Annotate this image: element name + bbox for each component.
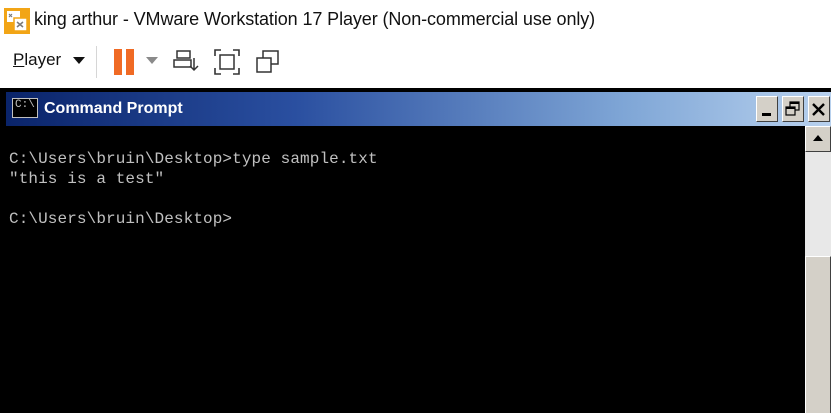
window-title: king arthur - VMware Workstation 17 Play… <box>34 9 596 29</box>
pause-icon <box>114 49 122 75</box>
player-menu-mnemonic: P <box>13 50 25 69</box>
command-prompt-icon[interactable]: C:\ <box>12 98 38 118</box>
vmware-logo-icon <box>4 8 30 34</box>
pause-button[interactable] <box>112 49 136 75</box>
restore-button[interactable] <box>782 96 804 122</box>
pause-icon-bar <box>126 49 134 75</box>
console-line: C:\Users\bruin\Desktop>type sample.txt <box>9 150 378 168</box>
scroll-up-arrow-icon[interactable] <box>805 126 831 152</box>
player-menu-caret-icon[interactable] <box>73 57 85 64</box>
scrollbar-thumb[interactable] <box>805 256 831 413</box>
close-button[interactable] <box>808 96 830 122</box>
power-dropdown-caret-icon[interactable] <box>146 57 158 64</box>
console-line: "this is a test" <box>9 170 165 188</box>
cmd-window-title: Command Prompt <box>44 100 183 117</box>
minimize-button[interactable] <box>756 96 778 122</box>
player-menu-label: layer <box>24 50 62 69</box>
cmd-icon-text: C:\ <box>15 99 35 111</box>
vmware-title-bar: king arthur - VMware Workstation 17 Play… <box>0 0 831 38</box>
cmd-title-bar[interactable]: C:\ Command Prompt <box>6 92 831 126</box>
minimize-icon <box>762 113 771 116</box>
player-menu[interactable]: Player <box>13 50 61 70</box>
console-output[interactable]: C:\Users\bruin\Desktop>type sample.txt "… <box>6 126 805 413</box>
vmware-toolbar: Player <box>0 38 831 89</box>
full-screen-icon[interactable] <box>213 48 241 76</box>
console-prompt-line: C:\Users\bruin\Desktop> <box>9 210 233 228</box>
close-icon <box>812 103 825 116</box>
vertical-scrollbar[interactable] <box>805 126 831 413</box>
toolbar-separator <box>96 46 97 78</box>
restore-icon <box>785 101 800 116</box>
unity-icon[interactable] <box>254 48 282 76</box>
send-ctrl-alt-del-icon[interactable] <box>172 48 200 76</box>
